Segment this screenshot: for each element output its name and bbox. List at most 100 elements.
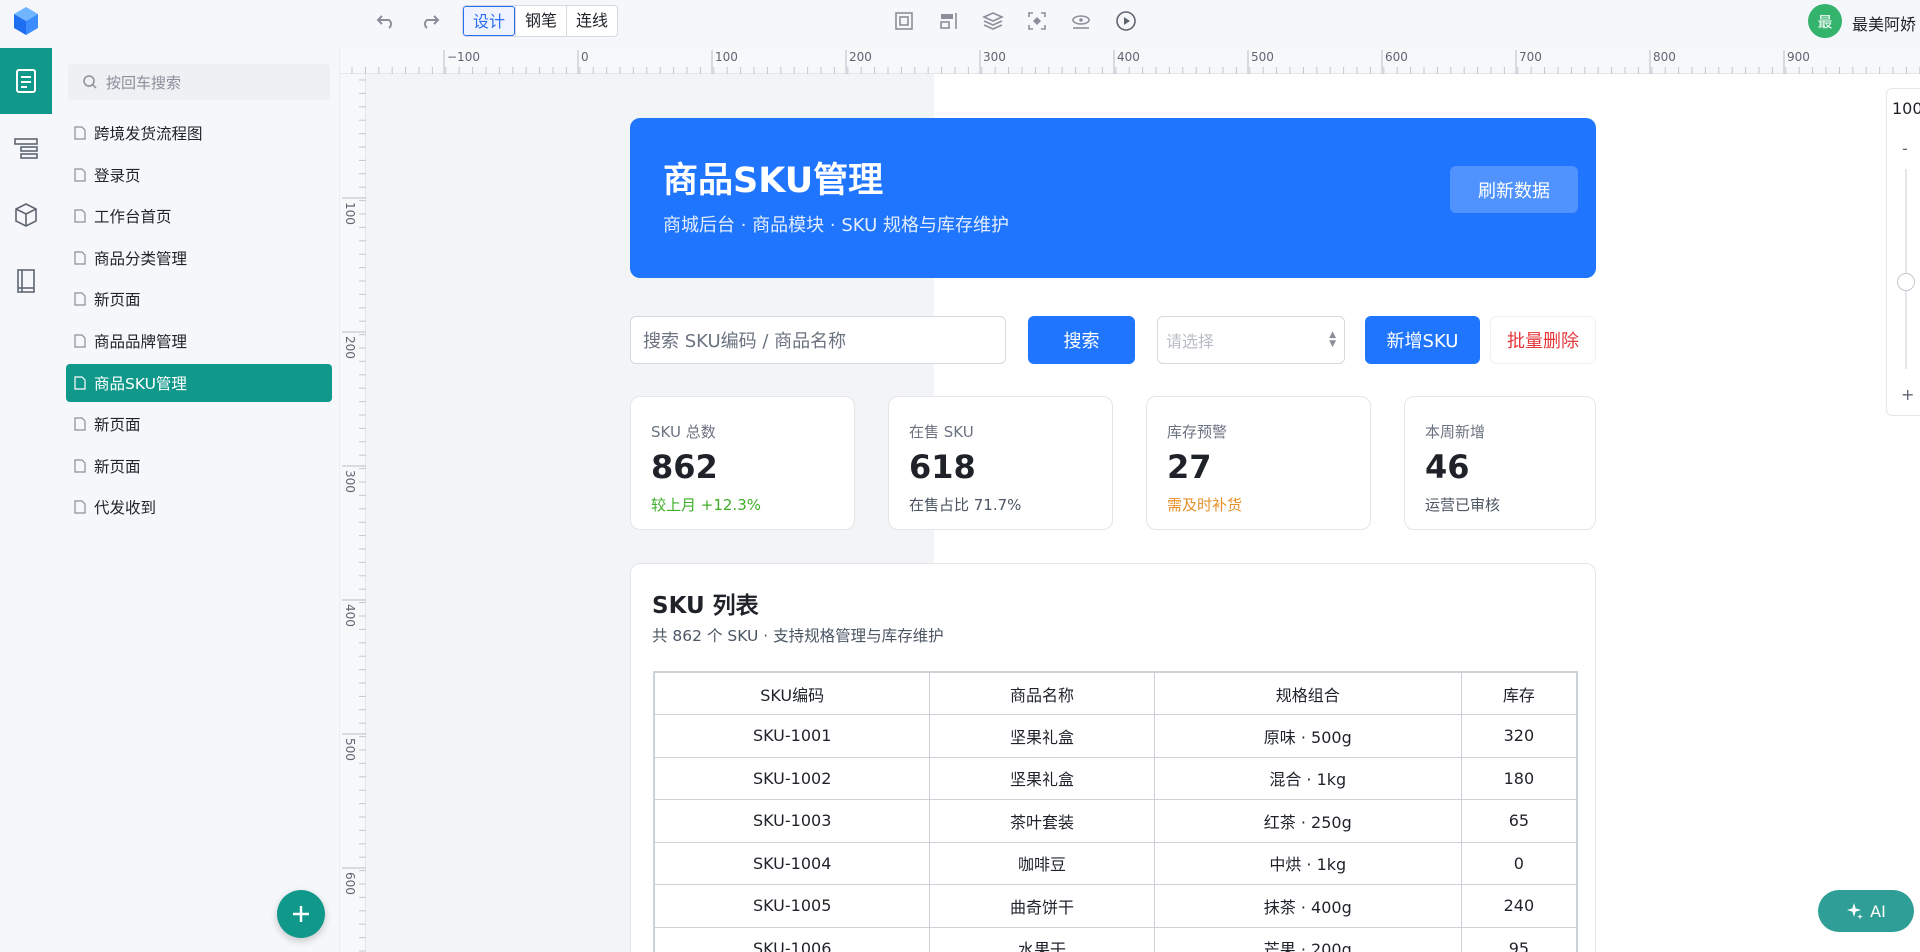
table-cell: 65 bbox=[1460, 799, 1578, 843]
add-sku-button[interactable]: 新增SKU bbox=[1365, 316, 1480, 364]
document-icon bbox=[74, 251, 86, 265]
page-list-item[interactable]: 商品SKU管理 bbox=[66, 363, 332, 402]
mode-button-1[interactable]: 钢笔 bbox=[515, 6, 566, 36]
table-header-cell[interactable]: SKU编码 bbox=[653, 671, 931, 715]
table-cell: 坚果礼盒 bbox=[929, 756, 1155, 800]
page-list-item[interactable]: 代发收到 bbox=[66, 488, 332, 526]
document-icon bbox=[74, 417, 86, 431]
page-list: 跨境发货流程图 登录页 工作台首页 商品分类管理 新页面 商品品牌管理 商品SKU管理 新页面… bbox=[66, 114, 332, 530]
table-row[interactable]: SKU-1006 水果干 芒果 · 200g 95 bbox=[653, 926, 1578, 952]
page-list-item[interactable]: 新页面 bbox=[66, 405, 332, 443]
table-cell: 咖啡豆 bbox=[929, 841, 1155, 885]
search-icon bbox=[83, 75, 97, 89]
table-cell: SKU-1005 bbox=[653, 884, 931, 928]
ruler-top: −100 0 100 200 300 400 500 600 700 800 900 bbox=[340, 48, 1920, 74]
plus-icon bbox=[293, 906, 309, 922]
page-search-input[interactable]: 按回车搜索 bbox=[68, 64, 330, 100]
table-row[interactable]: SKU-1002 坚果礼盒 混合 · 1kg 180 bbox=[653, 756, 1578, 800]
mode-switcher: 设计 钢笔 连线 bbox=[462, 5, 619, 37]
mode-button-0[interactable]: 设计 bbox=[463, 6, 516, 36]
rail-components-icon[interactable] bbox=[0, 182, 52, 248]
sku-list-desc: 共 862 个 SKU · 支持规格管理与库存维护 bbox=[652, 627, 944, 645]
sku-list-title: SKU 列表 bbox=[652, 593, 759, 619]
document-icon bbox=[74, 500, 86, 514]
page-list-item[interactable]: 商品品牌管理 bbox=[66, 322, 332, 360]
table-cell: 水果干 bbox=[929, 926, 1155, 952]
table-header-cell[interactable]: 商品名称 bbox=[929, 671, 1155, 715]
table-cell: 0 bbox=[1460, 841, 1578, 885]
stat-card: 库存预警 27 需及时补货 bbox=[1146, 396, 1371, 530]
page-sidebar: 按回车搜索 跨境发货流程图 登录页 工作台首页 商品分类管理 新页面 商品品牌管理 商品SK… bbox=[52, 48, 340, 952]
table-row[interactable]: SKU-1001 坚果礼盒 原味 · 500g 320 bbox=[653, 714, 1578, 758]
stat-card: 在售 SKU 618 在售占比 71.7% bbox=[888, 396, 1113, 530]
preview-eye-icon[interactable] bbox=[1067, 8, 1095, 34]
table-header-cell[interactable]: 库存 bbox=[1460, 671, 1578, 715]
table-cell: SKU-1002 bbox=[653, 756, 931, 800]
user-avatar[interactable]: 最 bbox=[1808, 4, 1842, 38]
table-header-cell[interactable]: 规格组合 bbox=[1153, 671, 1462, 715]
table-cell: 原味 · 500g bbox=[1153, 714, 1462, 758]
focus-icon[interactable] bbox=[1023, 8, 1051, 34]
align-icon[interactable] bbox=[934, 8, 962, 34]
page-list-item-label: 代发收到 bbox=[94, 499, 157, 518]
stat-label: 库存预警 bbox=[1167, 423, 1228, 441]
page-list-item[interactable]: 登录页 bbox=[66, 156, 332, 194]
redo-icon[interactable] bbox=[416, 8, 444, 34]
status-select-placeholder: 请选择 bbox=[1166, 332, 1215, 351]
table-cell: SKU-1004 bbox=[653, 841, 931, 885]
mode-button-2[interactable]: 连线 bbox=[566, 6, 617, 36]
page-list-item-label: 商品品牌管理 bbox=[94, 332, 188, 351]
stat-note: 较上月 +12.3% bbox=[651, 496, 761, 514]
sku-table: SKU编码 商品名称 规格组合 库存 SKU-1001 坚果礼盒 原味 · 500g 320… bbox=[653, 671, 1578, 952]
table-row[interactable]: SKU-1003 茶叶套装 红茶 · 250g 65 bbox=[653, 799, 1578, 843]
zoom-percent[interactable]: 100 bbox=[1892, 99, 1920, 118]
zoom-in-button[interactable]: + bbox=[1901, 385, 1914, 404]
user-name[interactable]: 最美阿娇 bbox=[1852, 11, 1920, 35]
stat-note: 需及时补货 bbox=[1167, 496, 1243, 514]
page-list-item[interactable]: 跨境发货流程图 bbox=[66, 114, 332, 152]
status-select[interactable]: 请选择 ▲ ▼ bbox=[1157, 316, 1345, 364]
rail-library-icon[interactable] bbox=[0, 248, 52, 314]
layers-icon[interactable] bbox=[979, 8, 1007, 34]
zoom-out-button[interactable]: - bbox=[1902, 139, 1908, 158]
page-list-item[interactable]: 商品分类管理 bbox=[66, 239, 332, 277]
page-list-item-label: 工作台首页 bbox=[94, 208, 172, 227]
zoom-slider-track[interactable] bbox=[1905, 169, 1907, 369]
page-list-item-label: 商品SKU管理 bbox=[94, 374, 187, 393]
ruler-top-label: 0 bbox=[581, 50, 589, 64]
page-list-item[interactable]: 工作台首页 bbox=[66, 197, 332, 235]
page-list-item[interactable]: 新页面 bbox=[66, 280, 332, 318]
refresh-data-button[interactable]: 刷新数据 bbox=[1450, 166, 1578, 213]
undo-icon[interactable] bbox=[372, 8, 400, 34]
rail-outline-icon[interactable] bbox=[0, 115, 52, 181]
stat-card: 本周新增 46 运营已审核 bbox=[1404, 396, 1596, 530]
table-row[interactable]: SKU-1005 曲奇饼干 抹茶 · 400g 240 bbox=[653, 884, 1578, 928]
ai-assistant-button[interactable]: AI bbox=[1818, 890, 1914, 932]
ruler-left: 100 200 300 400 500 600 bbox=[340, 74, 366, 952]
batch-delete-button[interactable]: 批量删除 bbox=[1490, 316, 1596, 364]
page-list-item[interactable]: 新页面 bbox=[66, 447, 332, 485]
stat-value: 46 bbox=[1425, 448, 1470, 486]
table-cell: 240 bbox=[1460, 884, 1578, 928]
group-icon[interactable] bbox=[890, 8, 918, 34]
search-button[interactable]: 搜索 bbox=[1028, 316, 1135, 364]
rail-pages-icon[interactable] bbox=[0, 48, 52, 114]
page-list-item-label: 登录页 bbox=[94, 166, 141, 185]
add-page-button[interactable] bbox=[277, 890, 325, 938]
stat-card: SKU 总数 862 较上月 +12.3% bbox=[630, 396, 855, 530]
table-cell: 曲奇饼干 bbox=[929, 884, 1155, 928]
app-logo[interactable] bbox=[12, 6, 40, 36]
play-icon[interactable] bbox=[1112, 8, 1140, 34]
ruler-top-label: 500 bbox=[1251, 50, 1274, 64]
stat-label: 本周新增 bbox=[1425, 423, 1486, 441]
page-list-item-label: 新页面 bbox=[94, 457, 141, 476]
ruler-top-label: 600 bbox=[1385, 50, 1408, 64]
table-row[interactable]: SKU-1004 咖啡豆 中烘 · 1kg 0 bbox=[653, 841, 1578, 885]
sku-search-input[interactable]: 搜索 SKU编码 / 商品名称 bbox=[630, 316, 1006, 364]
select-arrows-icon: ▲ ▼ bbox=[1329, 330, 1336, 349]
ruler-left-label: 600 bbox=[343, 872, 357, 895]
table-cell: SKU-1001 bbox=[653, 714, 931, 758]
zoom-slider-handle[interactable] bbox=[1897, 273, 1915, 291]
stat-value: 27 bbox=[1167, 448, 1212, 486]
table-cell: SKU-1006 bbox=[653, 926, 931, 952]
